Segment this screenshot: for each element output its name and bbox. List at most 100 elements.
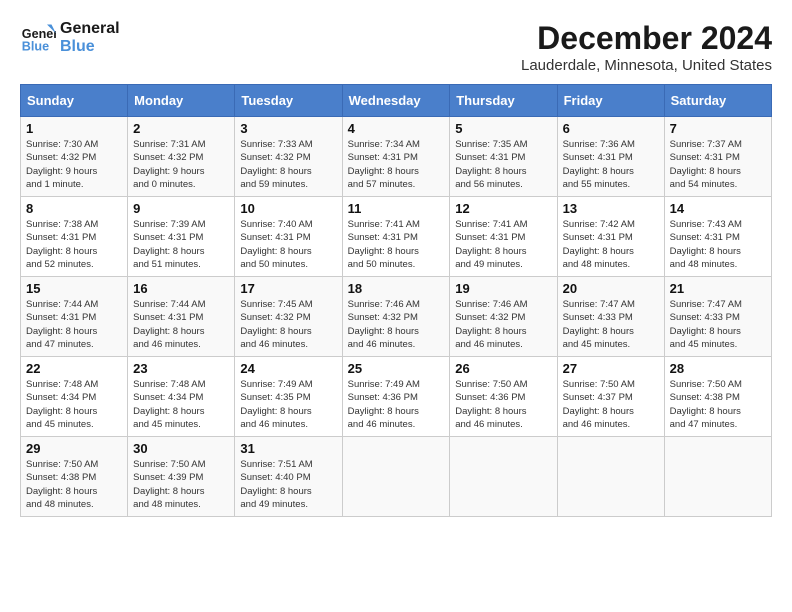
day-info: Sunrise: 7:33 AMSunset: 4:32 PMDaylight:… <box>240 138 336 191</box>
day-info: Sunrise: 7:45 AMSunset: 4:32 PMDaylight:… <box>240 298 336 351</box>
day-info: Sunrise: 7:38 AMSunset: 4:31 PMDaylight:… <box>26 218 122 271</box>
header-saturday: Saturday <box>664 85 771 117</box>
day-info: Sunrise: 7:50 AMSunset: 4:37 PMDaylight:… <box>563 378 659 431</box>
calendar-cell: 18 Sunrise: 7:46 AMSunset: 4:32 PMDayligh… <box>342 277 450 357</box>
day-number: 13 <box>563 201 659 216</box>
day-number: 17 <box>240 281 336 296</box>
day-number: 14 <box>670 201 766 216</box>
logo-line1: General <box>60 20 120 38</box>
header-row: SundayMondayTuesdayWednesdayThursdayFrid… <box>21 85 772 117</box>
day-number: 8 <box>26 201 122 216</box>
calendar-cell: 16Sunrise: 7:44 AMSunset: 4:31 PMDayligh… <box>128 277 235 357</box>
calendar-cell: 27 Sunrise: 7:50 AMSunset: 4:37 PMDayligh… <box>557 357 664 437</box>
calendar-cell: 6Sunrise: 7:36 AMSunset: 4:31 PMDaylight… <box>557 117 664 197</box>
calendar-cell: 7Sunrise: 7:37 AMSunset: 4:31 PMDaylight… <box>664 117 771 197</box>
day-number: 5 <box>455 121 551 136</box>
calendar-cell: 3 Sunrise: 7:33 AMSunset: 4:32 PMDaylight… <box>235 117 342 197</box>
calendar-cell: 1Sunrise: 7:30 AMSunset: 4:32 PMDaylight… <box>21 117 128 197</box>
calendar-cell <box>342 437 450 517</box>
day-number: 4 <box>348 121 445 136</box>
day-info: Sunrise: 7:47 AMSunset: 4:33 PMDaylight:… <box>670 298 766 351</box>
calendar-cell <box>557 437 664 517</box>
logo: General Blue General Blue <box>20 20 120 56</box>
day-number: 24 <box>240 361 336 376</box>
day-number: 30 <box>133 441 229 456</box>
week-row-2: 8 Sunrise: 7:38 AMSunset: 4:31 PMDaylight… <box>21 197 772 277</box>
day-number: 15 <box>26 281 122 296</box>
day-number: 10 <box>240 201 336 216</box>
calendar-cell: 25 Sunrise: 7:49 AMSunset: 4:36 PMDayligh… <box>342 357 450 437</box>
day-number: 23 <box>133 361 229 376</box>
logo-line2: Blue <box>60 38 120 56</box>
day-info: Sunrise: 7:37 AMSunset: 4:31 PMDaylight:… <box>670 138 766 191</box>
day-number: 2 <box>133 121 229 136</box>
day-info: Sunrise: 7:43 AMSunset: 4:31 PMDaylight:… <box>670 218 766 271</box>
day-number: 12 <box>455 201 551 216</box>
calendar-cell: 29 Sunrise: 7:50 AMSunset: 4:38 PMDayligh… <box>21 437 128 517</box>
svg-text:Blue: Blue <box>22 40 49 54</box>
day-number: 9 <box>133 201 229 216</box>
day-info: Sunrise: 7:48 AMSunset: 4:34 PMDaylight:… <box>26 378 122 431</box>
day-number: 19 <box>455 281 551 296</box>
day-number: 28 <box>670 361 766 376</box>
calendar-cell: 31 Sunrise: 7:51 AMSunset: 4:40 PMDayligh… <box>235 437 342 517</box>
calendar-table: SundayMondayTuesdayWednesdayThursdayFrid… <box>20 84 772 517</box>
day-info: Sunrise: 7:40 AMSunset: 4:31 PMDaylight:… <box>240 218 336 271</box>
calendar-cell: 30 Sunrise: 7:50 AMSunset: 4:39 PMDayligh… <box>128 437 235 517</box>
day-number: 3 <box>240 121 336 136</box>
header-friday: Friday <box>557 85 664 117</box>
week-row-5: 29 Sunrise: 7:50 AMSunset: 4:38 PMDayligh… <box>21 437 772 517</box>
calendar-cell: 21Sunrise: 7:47 AMSunset: 4:33 PMDayligh… <box>664 277 771 357</box>
day-info: Sunrise: 7:44 AMSunset: 4:31 PMDaylight:… <box>26 298 122 351</box>
day-number: 11 <box>348 201 445 216</box>
header-tuesday: Tuesday <box>235 85 342 117</box>
day-number: 22 <box>26 361 122 376</box>
day-info: Sunrise: 7:41 AMSunset: 4:31 PMDaylight:… <box>455 218 551 271</box>
day-info: Sunrise: 7:46 AMSunset: 4:32 PMDaylight:… <box>455 298 551 351</box>
calendar-cell: 20 Sunrise: 7:47 AMSunset: 4:33 PMDayligh… <box>557 277 664 357</box>
day-info: Sunrise: 7:34 AMSunset: 4:31 PMDaylight:… <box>348 138 445 191</box>
day-number: 27 <box>563 361 659 376</box>
day-info: Sunrise: 7:47 AMSunset: 4:33 PMDaylight:… <box>563 298 659 351</box>
day-info: Sunrise: 7:51 AMSunset: 4:40 PMDaylight:… <box>240 458 336 511</box>
calendar-cell: 2Sunrise: 7:31 AMSunset: 4:32 PMDaylight… <box>128 117 235 197</box>
day-info: Sunrise: 7:48 AMSunset: 4:34 PMDaylight:… <box>133 378 229 431</box>
day-info: Sunrise: 7:36 AMSunset: 4:31 PMDaylight:… <box>563 138 659 191</box>
header: General Blue General Blue December 2024 … <box>20 20 772 74</box>
calendar-cell: 5 Sunrise: 7:35 AMSunset: 4:31 PMDaylight… <box>450 117 557 197</box>
calendar-cell: 22 Sunrise: 7:48 AMSunset: 4:34 PMDayligh… <box>21 357 128 437</box>
calendar-cell: 8 Sunrise: 7:38 AMSunset: 4:31 PMDaylight… <box>21 197 128 277</box>
day-number: 18 <box>348 281 445 296</box>
day-info: Sunrise: 7:50 AMSunset: 4:38 PMDaylight:… <box>26 458 122 511</box>
day-info: Sunrise: 7:42 AMSunset: 4:31 PMDaylight:… <box>563 218 659 271</box>
calendar-cell: 11Sunrise: 7:41 AMSunset: 4:31 PMDayligh… <box>342 197 450 277</box>
day-info: Sunrise: 7:39 AMSunset: 4:31 PMDaylight:… <box>133 218 229 271</box>
calendar-cell: 10 Sunrise: 7:40 AMSunset: 4:31 PMDayligh… <box>235 197 342 277</box>
header-sunday: Sunday <box>21 85 128 117</box>
calendar-cell: 15 Sunrise: 7:44 AMSunset: 4:31 PMDayligh… <box>21 277 128 357</box>
calendar-cell: 12 Sunrise: 7:41 AMSunset: 4:31 PMDayligh… <box>450 197 557 277</box>
day-info: Sunrise: 7:35 AMSunset: 4:31 PMDaylight:… <box>455 138 551 191</box>
day-number: 29 <box>26 441 122 456</box>
day-number: 26 <box>455 361 551 376</box>
day-info: Sunrise: 7:49 AMSunset: 4:36 PMDaylight:… <box>348 378 445 431</box>
day-info: Sunrise: 7:49 AMSunset: 4:35 PMDaylight:… <box>240 378 336 431</box>
calendar-cell: 17 Sunrise: 7:45 AMSunset: 4:32 PMDayligh… <box>235 277 342 357</box>
header-thursday: Thursday <box>450 85 557 117</box>
header-wednesday: Wednesday <box>342 85 450 117</box>
calendar-cell: 24 Sunrise: 7:49 AMSunset: 4:35 PMDayligh… <box>235 357 342 437</box>
calendar-cell: 14 Sunrise: 7:43 AMSunset: 4:31 PMDayligh… <box>664 197 771 277</box>
day-number: 31 <box>240 441 336 456</box>
day-info: Sunrise: 7:50 AMSunset: 4:39 PMDaylight:… <box>133 458 229 511</box>
day-info: Sunrise: 7:46 AMSunset: 4:32 PMDaylight:… <box>348 298 445 351</box>
calendar-cell: 28Sunrise: 7:50 AMSunset: 4:38 PMDayligh… <box>664 357 771 437</box>
calendar-cell: 4 Sunrise: 7:34 AMSunset: 4:31 PMDaylight… <box>342 117 450 197</box>
calendar-title: December 2024 <box>521 20 772 57</box>
day-number: 25 <box>348 361 445 376</box>
calendar-cell: 23 Sunrise: 7:48 AMSunset: 4:34 PMDayligh… <box>128 357 235 437</box>
day-number: 20 <box>563 281 659 296</box>
calendar-cell <box>450 437 557 517</box>
calendar-cell: 13 Sunrise: 7:42 AMSunset: 4:31 PMDayligh… <box>557 197 664 277</box>
calendar-cell: 19 Sunrise: 7:46 AMSunset: 4:32 PMDayligh… <box>450 277 557 357</box>
day-info: Sunrise: 7:44 AMSunset: 4:31 PMDaylight:… <box>133 298 229 351</box>
